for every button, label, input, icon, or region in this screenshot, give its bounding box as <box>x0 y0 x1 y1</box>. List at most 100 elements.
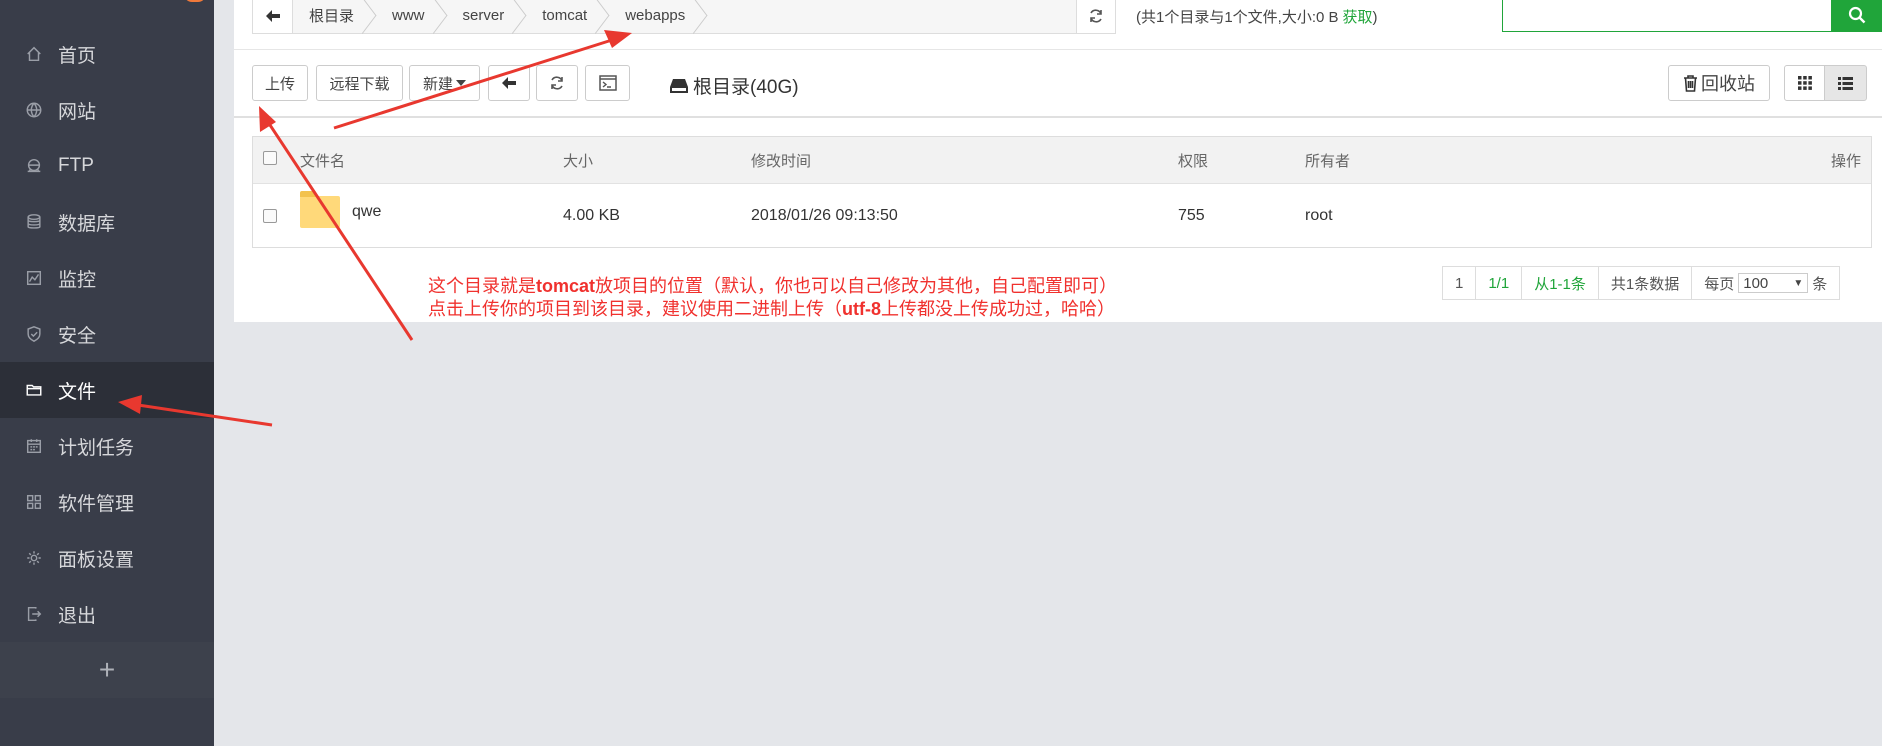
file-mtime: 2018/01/26 09:13:50 <box>751 206 898 224</box>
list-view-button[interactable] <box>1824 65 1867 101</box>
arrow-left-icon <box>265 9 280 22</box>
total-count: 共1条数据 <box>1599 267 1693 299</box>
sidebar-item-label: 退出 <box>58 605 97 627</box>
sidebar-item-website[interactable]: 网站 <box>0 82 214 138</box>
apps-icon <box>24 492 44 512</box>
database-icon <box>24 212 44 232</box>
annotation-note: 这个目录就是tomcat放项目的位置（默认，你也可以自己修改为其他，自己配置即可… <box>428 275 1117 321</box>
breadcrumb-item[interactable]: www <box>376 0 447 33</box>
sidebar-item-label: 文件 <box>58 381 97 403</box>
refresh-icon <box>551 76 563 90</box>
sidebar-item-logout[interactable]: 退出 <box>0 586 214 642</box>
file-size: 4.00 KB <box>563 206 620 224</box>
per-page-value: 100 <box>1743 274 1769 292</box>
new-dropdown-button[interactable]: 新建 <box>409 65 480 101</box>
sidebar-header-partial <box>0 0 214 4</box>
col-ops: 操作 <box>1830 152 1861 170</box>
breadcrumb-item[interactable]: webapps <box>609 0 707 33</box>
file-name[interactable]: qwe <box>352 203 381 221</box>
sidebar: 首页 网站 FTP 数据库 监控 安全 文件 计划任务 软件管理 面板设置 退出… <box>0 0 214 746</box>
col-mtime[interactable]: 修改时间 <box>751 137 811 183</box>
sidebar-item-files[interactable]: 文件 <box>0 362 214 418</box>
search-icon <box>1848 6 1866 24</box>
col-owner: 所有者 <box>1305 152 1351 170</box>
remote-download-button[interactable]: 远程下载 <box>316 65 403 101</box>
annotation-bold: utf-8 <box>842 299 881 319</box>
sidebar-item-label: 计划任务 <box>58 437 135 459</box>
new-button-label: 新建 <box>422 75 453 93</box>
sidebar-item-label: 安全 <box>58 325 97 347</box>
page-count: 1/1 <box>1476 267 1523 299</box>
grid-view-button[interactable] <box>1784 65 1825 101</box>
caret-down-icon: ▼ <box>1793 277 1804 289</box>
sidebar-item-label: 软件管理 <box>58 493 135 515</box>
row-checkbox[interactable] <box>263 208 277 223</box>
page-current[interactable]: 1 <box>1443 267 1477 299</box>
recycle-bin-button[interactable]: 回收站 <box>1668 65 1770 101</box>
toolbar: 上传 远程下载 新建 根目录(40G) 回收站 <box>234 50 1882 118</box>
list-icon <box>1838 76 1853 90</box>
pagination: 1 1/1 从1-1条 共1条数据 每页 100 ▼ 条 <box>1442 266 1841 300</box>
ftp-icon <box>24 156 44 176</box>
recycle-bin-label: 回收站 <box>1701 74 1755 94</box>
path-back-button[interactable] <box>253 0 293 33</box>
refresh-icon <box>1090 8 1102 23</box>
sidebar-item-monitor[interactable]: 监控 <box>0 250 214 306</box>
annotation-bold: tomcat <box>536 276 596 296</box>
terminal-icon <box>598 75 617 91</box>
annotation-text: 放项目的位置（默认，你也可以自己修改为其他，自己配置即可） <box>595 276 1118 297</box>
refresh-button[interactable] <box>536 65 578 101</box>
sidebar-item-ftp[interactable]: FTP <box>0 138 214 194</box>
sidebar-item-database[interactable]: 数据库 <box>0 194 214 250</box>
folder-icon <box>24 380 44 400</box>
page-range: 从1-1条 <box>1522 267 1599 299</box>
path-refresh-button[interactable] <box>1076 0 1116 34</box>
folder-icon <box>300 190 340 228</box>
upload-button[interactable]: 上传 <box>252 65 308 101</box>
breadcrumb-item[interactable]: 根目录 <box>293 0 376 33</box>
terminal-button[interactable] <box>585 65 630 101</box>
select-all-checkbox[interactable] <box>263 151 277 165</box>
annotation-line-1: 这个目录就是tomcat放项目的位置（默认，你也可以自己修改为其他，自己配置即可… <box>428 275 1117 298</box>
hdd-icon <box>670 78 688 93</box>
caret-down-icon <box>456 80 466 86</box>
globe-icon <box>24 100 44 120</box>
dir-summary-text: (共1个目录与1个文件,大小:0 B <box>1136 9 1339 26</box>
disk-selector[interactable]: 根目录(40G) <box>670 72 799 99</box>
sidebar-item-label: 首页 <box>58 45 97 67</box>
back-button[interactable] <box>488 65 530 101</box>
file-owner[interactable]: root <box>1305 184 1333 247</box>
table-row[interactable]: qwe 4.00 KB 2018/01/26 09:13:50 755 root <box>253 184 1871 247</box>
path-row: 根目录 www server tomcat webapps (共1个目录与1个文… <box>234 0 1882 50</box>
col-size[interactable]: 大小 <box>563 137 593 183</box>
col-name[interactable]: 文件名 <box>300 137 345 183</box>
search-input[interactable] <box>1502 0 1832 32</box>
per-page-label: 每页 <box>1704 275 1735 293</box>
sidebar-item-label: 监控 <box>58 269 97 291</box>
sidebar-item-software[interactable]: 软件管理 <box>0 474 214 530</box>
annotation-line-2: 点击上传你的项目到该目录，建议使用二进制上传（utf-8上传都没上传成功过，哈哈… <box>428 298 1117 321</box>
add-shortcut-button[interactable]: + <box>0 642 214 698</box>
arrow-left-icon <box>502 77 516 89</box>
sidebar-item-cron[interactable]: 计划任务 <box>0 418 214 474</box>
disk-label: 根目录(40G) <box>693 77 799 98</box>
per-page-unit: 条 <box>1812 275 1828 293</box>
breadcrumb-item[interactable]: tomcat <box>526 0 609 33</box>
home-icon <box>24 44 44 64</box>
sidebar-item-home[interactable]: 首页 <box>0 26 214 82</box>
monitor-icon <box>24 268 44 288</box>
get-size-link[interactable]: 获取 <box>1343 9 1373 26</box>
file-manager-panel: 根目录 www server tomcat webapps (共1个目录与1个文… <box>234 0 1882 322</box>
search-button[interactable] <box>1832 0 1882 32</box>
dir-summary: (共1个目录与1个文件,大小:0 B 获取) <box>1136 6 1378 27</box>
notification-badge[interactable] <box>184 0 206 2</box>
per-page-select[interactable]: 100 ▼ <box>1738 273 1809 293</box>
sidebar-item-settings[interactable]: 面板设置 <box>0 530 214 586</box>
sidebar-item-security[interactable]: 安全 <box>0 306 214 362</box>
file-perm[interactable]: 755 <box>1178 184 1205 247</box>
annotation-text: 上传都没上传成功过，哈哈） <box>881 299 1115 320</box>
breadcrumb-item[interactable]: server <box>447 0 527 33</box>
file-table: 文件名 大小 修改时间 权限 所有者 操作 qwe 4.00 KB 2018/0… <box>252 136 1872 248</box>
dir-summary-close: ) <box>1372 9 1378 26</box>
annotation-text: 这个目录就是 <box>428 276 536 297</box>
